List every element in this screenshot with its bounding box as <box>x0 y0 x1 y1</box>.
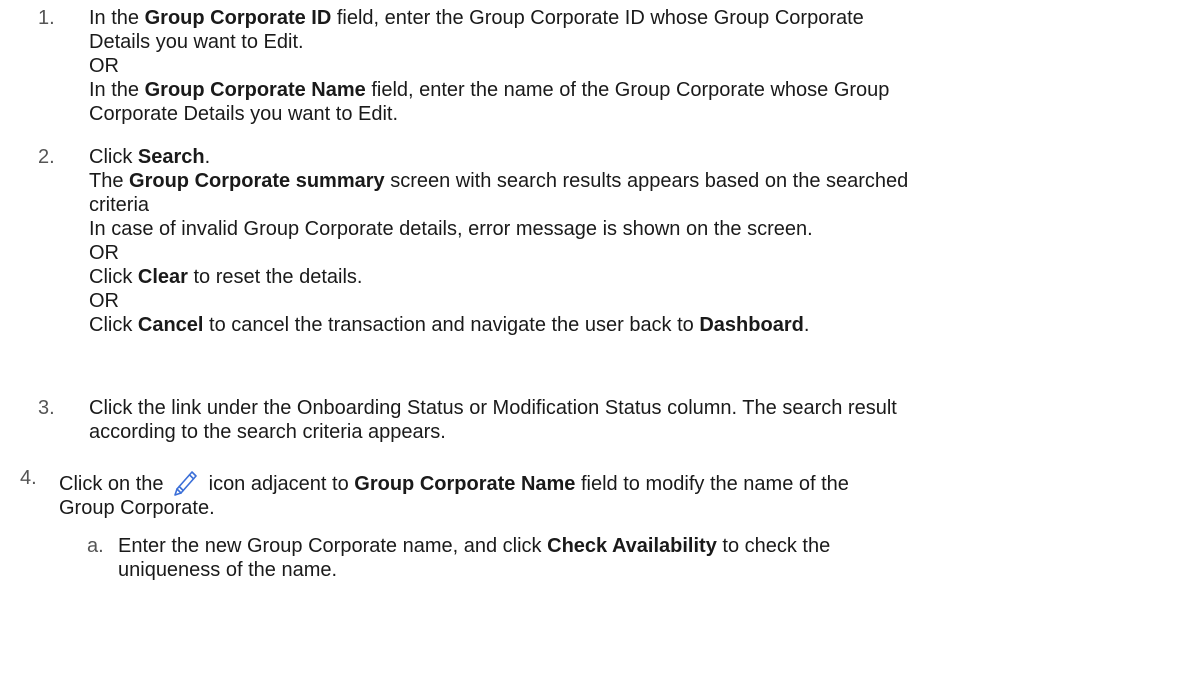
pencil-icon <box>171 466 199 496</box>
step-line: OR <box>89 55 119 77</box>
text: icon adjacent to <box>203 473 355 495</box>
step-body: In the Group Corporate ID field, enter t… <box>89 6 889 126</box>
step-number: 1. <box>38 7 55 29</box>
text: to reset the details. <box>187 266 363 288</box>
step-line: according to the search criteria appears… <box>89 421 446 443</box>
step-line: OR <box>89 242 119 264</box>
step-line: Click Clear to reset the details. <box>89 265 908 289</box>
step-line: In the Group Corporate Name field, enter… <box>89 78 889 102</box>
step-line: Click on the icon adjacent to Group Corp… <box>59 466 849 496</box>
step-line: Corporate Details you want to Edit. <box>89 103 399 125</box>
text: Click <box>89 314 138 336</box>
text: to cancel the transaction and navigate t… <box>203 314 700 336</box>
step-number: 3. <box>38 397 55 419</box>
text: Enter the new Group Corporate name, and … <box>118 535 548 557</box>
text: to check the <box>716 535 831 557</box>
step-line: Click the link under the Onboarding Stat… <box>89 397 897 419</box>
text: The <box>89 170 130 192</box>
step-body: Click the link under the Onboarding Stat… <box>89 396 897 444</box>
screen-name: Dashboard <box>699 314 804 336</box>
step-number: 2. <box>38 146 55 168</box>
text: field to modify the name of the <box>575 473 849 495</box>
step-number: a. <box>87 535 104 557</box>
step-line: Enter the new Group Corporate name, and … <box>118 534 830 558</box>
text: Click <box>89 266 138 288</box>
step-line: The Group Corporate summary screen with … <box>89 169 908 193</box>
step-line: criteria <box>89 194 150 216</box>
button-name: Search <box>137 146 205 168</box>
text: screen with search results appears based… <box>384 170 909 192</box>
step-line: uniqueness of the name. <box>118 559 338 581</box>
text: field, enter the Group Corporate ID whos… <box>331 7 864 29</box>
button-name: Cancel <box>137 314 204 336</box>
field-name: Group Corporate Name <box>354 473 576 495</box>
step-line: Click Cancel to cancel the transaction a… <box>89 313 908 337</box>
text: In the <box>89 79 145 101</box>
step-body: Click Search. The Group Corporate summar… <box>89 145 908 337</box>
text: . <box>803 314 810 336</box>
step-line: Details you want to Edit. <box>89 31 304 53</box>
field-name: Group Corporate Name <box>144 79 366 101</box>
step-body: Click on the icon adjacent to Group Corp… <box>59 466 849 520</box>
step-number: 4. <box>20 467 37 489</box>
button-name: Clear <box>137 266 188 288</box>
text: In the <box>89 7 145 29</box>
button-name: Check Availability <box>547 535 717 557</box>
text: Click <box>89 146 138 168</box>
step-line: In the Group Corporate ID field, enter t… <box>89 6 889 30</box>
step-line: Click Search. <box>89 145 908 169</box>
field-name: Group Corporate ID <box>144 7 332 29</box>
step-body: Enter the new Group Corporate name, and … <box>118 534 830 582</box>
step-line: OR <box>89 290 119 312</box>
screen-name: Group Corporate summary <box>129 170 385 192</box>
step-line: Group Corporate. <box>59 497 215 519</box>
text: . <box>204 146 211 168</box>
step-line: In case of invalid Group Corporate detai… <box>89 218 813 240</box>
text: Click on the <box>59 473 170 495</box>
text: field, enter the name of the Group Corpo… <box>365 79 890 101</box>
